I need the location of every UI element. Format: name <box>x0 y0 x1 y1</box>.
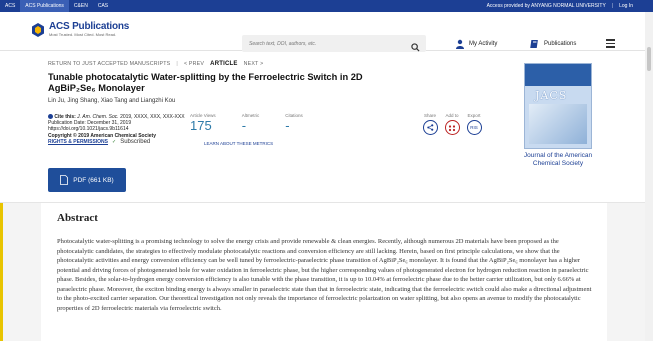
cover-band <box>525 64 591 86</box>
abstract-section: Abstract Photocatalytic water-splitting … <box>0 203 645 341</box>
citations-value: - <box>285 118 290 133</box>
cite-journal: J. Am. Chem. Soc. <box>77 114 119 120</box>
scrollbar[interactable] <box>645 12 653 341</box>
logo-tagline: Most Trusted. Most Cited. Most Read. <box>49 32 117 37</box>
add-to-button[interactable]: Add to <box>444 113 460 135</box>
journal-name-link[interactable]: Journal of the American Chemical Society <box>512 152 604 168</box>
share-icon[interactable] <box>422 120 438 135</box>
subscribed-check-icon: ✓ <box>112 138 117 145</box>
cover-art <box>529 104 587 144</box>
altmetric-metric[interactable]: Altmetric - <box>242 113 260 134</box>
divider: | <box>611 3 614 9</box>
rights-permissions-link[interactable]: RIGHTS & PERMISSIONS <box>48 139 108 145</box>
prev-article-link[interactable]: < PREV <box>184 61 204 67</box>
logo-title: ACS Publications <box>49 21 130 32</box>
abstract-accent-bar <box>0 203 3 341</box>
article-navigation: RETURN TO JUST ACCEPTED MANUSCRIPTS | < … <box>48 60 264 68</box>
topbar-link-cas[interactable]: CAS <box>93 0 113 12</box>
cite-detail: 2019, XXXX, XXX, XXX-XXX <box>120 114 185 120</box>
export-button[interactable]: Export RIS <box>466 113 482 135</box>
my-activity-link[interactable]: My Activity <box>455 39 497 49</box>
scrollbar-thumb[interactable] <box>647 47 651 71</box>
topbar-link-cen[interactable]: C&EN <box>69 0 93 12</box>
share-tools: Share Add to Export RIS <box>422 113 482 135</box>
article-authors[interactable]: Lin Ju, Jing Shang, Xiao Tang and Liangz… <box>48 98 175 104</box>
next-article-link[interactable]: NEXT > <box>244 61 264 67</box>
abstract-panel: Abstract Photocatalytic water-splitting … <box>41 203 607 341</box>
learn-about-metrics-link[interactable]: LEARN ABOUT THESE METRICS <box>204 141 273 146</box>
journal-cover-image[interactable]: JACS <box>524 63 592 149</box>
citation-block: Cite this: J. Am. Chem. Soc. 2019, XXXX,… <box>48 114 188 145</box>
topbar-link-acs[interactable]: ACS <box>0 0 20 12</box>
add-to-label: Add to <box>445 113 459 118</box>
export-ris-button[interactable]: RIS <box>466 120 482 135</box>
article-views-metric[interactable]: Article Views 175 <box>190 113 216 134</box>
search-input[interactable] <box>242 39 411 48</box>
export-label: Export <box>467 113 481 118</box>
cite-check-icon <box>48 114 53 120</box>
login-link[interactable]: Log In <box>619 0 633 12</box>
views-value: 175 <box>190 118 212 133</box>
abstract-heading: Abstract <box>57 212 98 224</box>
topbar-link-acs-publications[interactable]: ACS Publications <box>20 0 69 12</box>
top-bar: ACS ACS Publications C&EN CAS Access pro… <box>0 0 653 12</box>
subscribed-badge: Subscribed <box>120 138 151 145</box>
publications-label: Publications <box>544 41 577 47</box>
pdf-download-button[interactable]: PDF (661 KB) <box>48 168 126 192</box>
access-provider-text: Access provided by ANYANG NORMAL UNIVERS… <box>486 3 606 9</box>
site-header: ACS Publications Most Trusted. Most Cite… <box>0 12 653 52</box>
cover-title: JACS <box>535 89 568 102</box>
pdf-file-icon <box>60 175 69 185</box>
acs-logo[interactable]: ACS Publications Most Trusted. Most Cite… <box>30 22 129 38</box>
divider: | <box>176 61 178 67</box>
article-metrics: Article Views 175 Altmetric - Citations … <box>190 113 303 134</box>
add-to-library-icon[interactable] <box>444 120 460 135</box>
citations-metric[interactable]: Citations - <box>285 113 303 134</box>
search-icon[interactable] <box>411 39 420 57</box>
altmetric-value: - <box>241 118 247 133</box>
article-title: Tunable photocatalytic Water-splitting b… <box>48 72 363 93</box>
acs-hexagon-icon <box>30 22 46 38</box>
search-box[interactable] <box>242 35 426 52</box>
cite-label[interactable]: Cite this: <box>54 114 75 120</box>
publications-link[interactable]: Publications <box>530 39 576 49</box>
menu-icon[interactable] <box>606 39 615 50</box>
book-icon <box>530 40 538 48</box>
share-label: Share <box>423 113 436 118</box>
abstract-text: Photocatalytic water-splitting is a prom… <box>57 238 592 312</box>
user-icon <box>456 39 464 49</box>
current-article-label: ARTICLE <box>210 60 238 67</box>
pdf-button-label: PDF (661 KB) <box>73 176 114 184</box>
my-activity-label: My Activity <box>469 41 498 47</box>
share-button[interactable]: Share <box>422 113 438 135</box>
return-to-manuscripts-link[interactable]: RETURN TO JUST ACCEPTED MANUSCRIPTS <box>48 61 170 67</box>
